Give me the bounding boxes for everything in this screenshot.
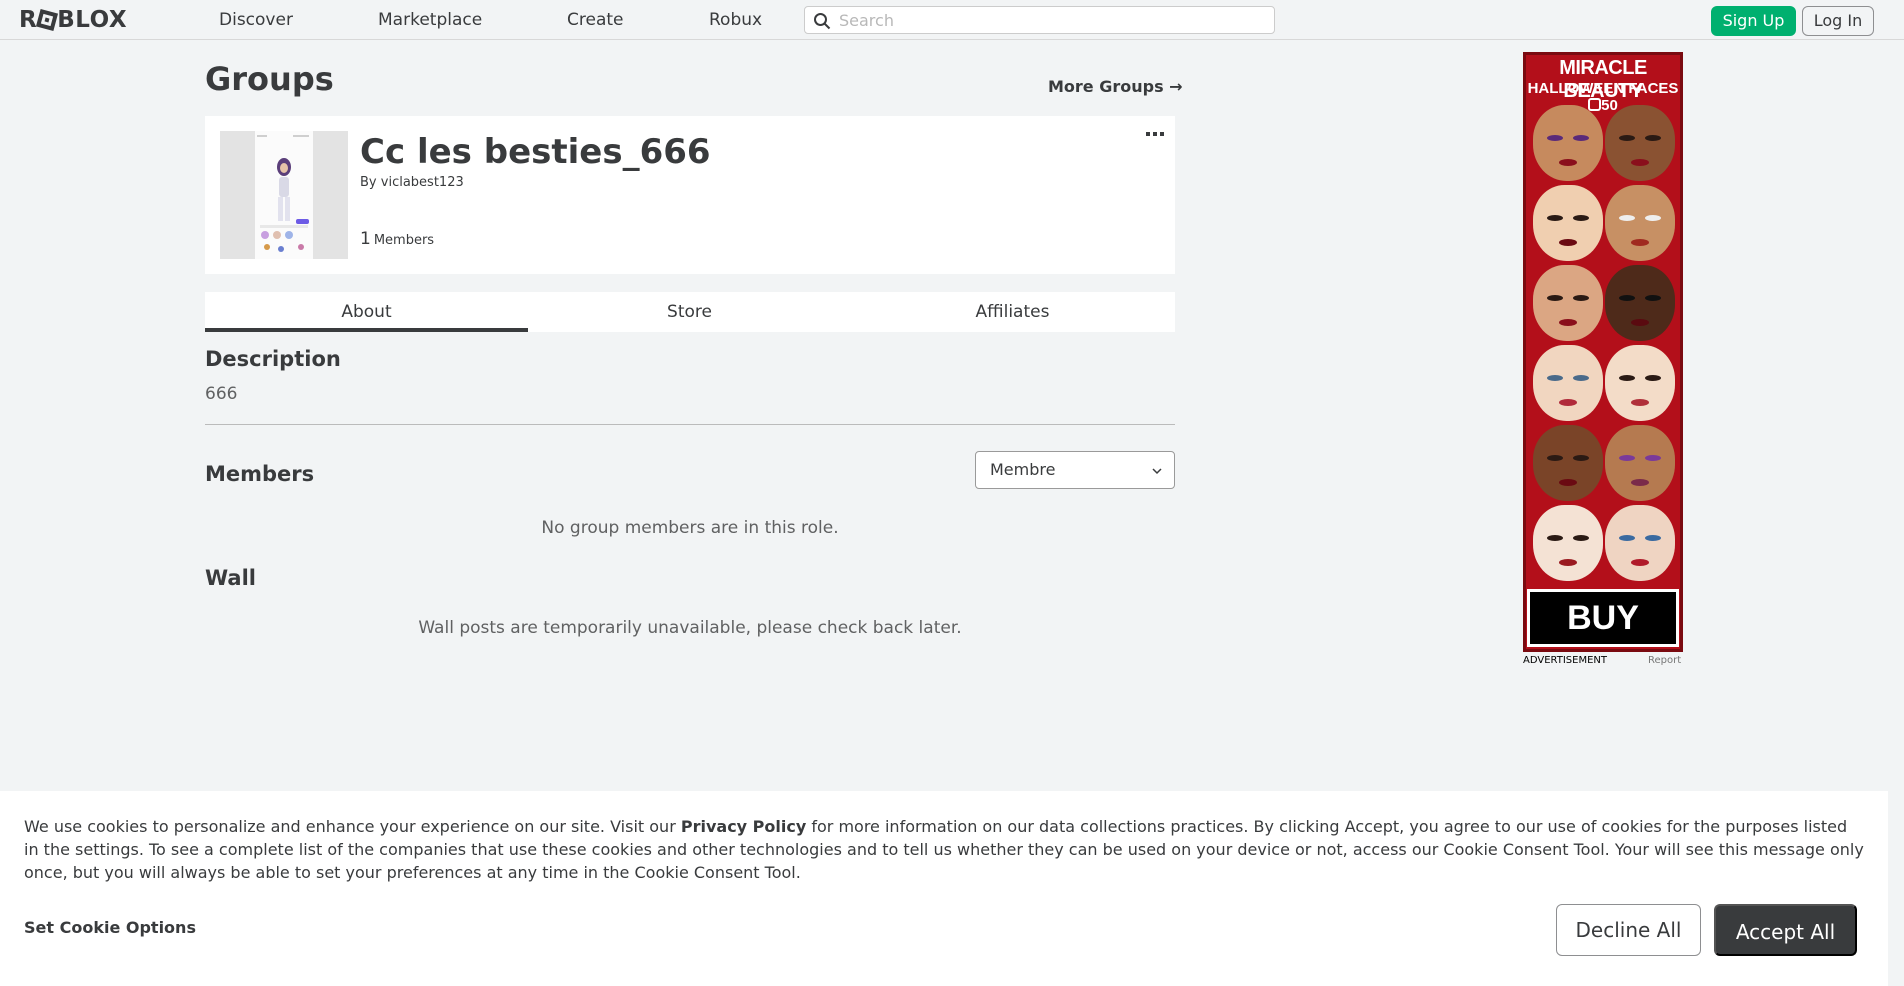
face-image	[1605, 345, 1675, 421]
top-navigation-bar: R BLOX Discover Marketplace Create Robux …	[0, 0, 1904, 40]
nav-marketplace[interactable]: Marketplace	[378, 9, 482, 31]
description-text: 666	[205, 384, 238, 404]
decline-all-button[interactable]: Decline All	[1556, 904, 1701, 956]
ad-buy-now-button[interactable]: BUY NOW	[1527, 589, 1679, 647]
face-image	[1533, 425, 1603, 501]
nav-discover[interactable]: Discover	[219, 9, 293, 31]
set-cookie-options-link[interactable]: Set Cookie Options	[24, 918, 196, 937]
accept-all-button[interactable]: Accept All	[1714, 904, 1857, 956]
wall-unavailable-message: Wall posts are temporarily unavailable, …	[418, 618, 962, 638]
ad-faces-grid	[1531, 105, 1675, 585]
cookie-message: We use cookies to personalize and enhanc…	[24, 815, 1864, 884]
group-emblem	[220, 131, 348, 259]
owner-prefix: By	[360, 175, 377, 190]
nav-create[interactable]: Create	[567, 9, 624, 31]
nav-robux[interactable]: Robux	[709, 9, 762, 31]
search-box	[804, 6, 1275, 34]
group-emblem-image	[255, 131, 313, 259]
search-input[interactable]	[839, 9, 1259, 31]
section-divider	[205, 424, 1175, 425]
members-heading: Members	[205, 462, 315, 486]
face-image	[1533, 185, 1603, 261]
role-dropdown[interactable]: Membre	[975, 451, 1175, 489]
cookie-consent-banner: We use cookies to personalize and enhanc…	[0, 791, 1888, 986]
privacy-policy-link[interactable]: Privacy Policy	[681, 817, 806, 836]
group-name: Cc les besties_666	[360, 132, 711, 172]
log-in-button[interactable]: Log In	[1802, 6, 1874, 36]
ad-subtitle-text: HALLOWEEN FACES	[1527, 80, 1679, 97]
face-image	[1533, 505, 1603, 581]
face-image	[1533, 345, 1603, 421]
owner-link[interactable]: viclabest123	[381, 175, 464, 190]
advertisement-label: ADVERTISEMENT	[1523, 655, 1608, 666]
tab-store[interactable]: Store	[528, 292, 851, 332]
sign-up-button[interactable]: Sign Up	[1711, 6, 1796, 36]
cookie-text-part1: We use cookies to personalize and enhanc…	[24, 817, 681, 836]
page-title: Groups	[205, 60, 334, 98]
more-options-icon[interactable]	[1145, 130, 1165, 140]
tab-affiliates[interactable]: Affiliates	[851, 292, 1174, 332]
group-member-count: 1 Members	[360, 229, 434, 249]
ad-report-link[interactable]: Report	[1648, 655, 1681, 666]
face-image	[1533, 265, 1603, 341]
more-groups-link[interactable]: More Groups →	[1048, 77, 1183, 96]
wall-heading: Wall	[205, 566, 256, 590]
face-image	[1605, 105, 1675, 181]
chevron-down-icon	[1152, 468, 1162, 475]
description-heading: Description	[205, 347, 341, 371]
no-members-message: No group members are in this role.	[541, 518, 839, 538]
face-image	[1605, 505, 1675, 581]
group-owner: By viclabest123	[360, 175, 464, 190]
roblox-logo[interactable]: R BLOX	[19, 8, 127, 32]
group-tabs: About Store Affiliates	[205, 292, 1175, 332]
advertisement-banner[interactable]: MIRACLE BEAUTY HALLOWEEN FACES 50 BUY NO…	[1523, 52, 1683, 652]
search-icon	[814, 13, 831, 30]
tab-about[interactable]: About	[205, 292, 528, 332]
face-image	[1605, 185, 1675, 261]
member-count-label: Members	[373, 233, 435, 248]
face-image	[1605, 425, 1675, 501]
avatar-screenshot-graphic	[257, 135, 309, 252]
group-header-card: Cc les besties_666 By viclabest123 1 Memb…	[205, 116, 1175, 274]
member-count-value: 1	[360, 229, 371, 249]
face-image	[1605, 265, 1675, 341]
face-image	[1533, 105, 1603, 181]
role-dropdown-value: Membre	[990, 460, 1056, 479]
